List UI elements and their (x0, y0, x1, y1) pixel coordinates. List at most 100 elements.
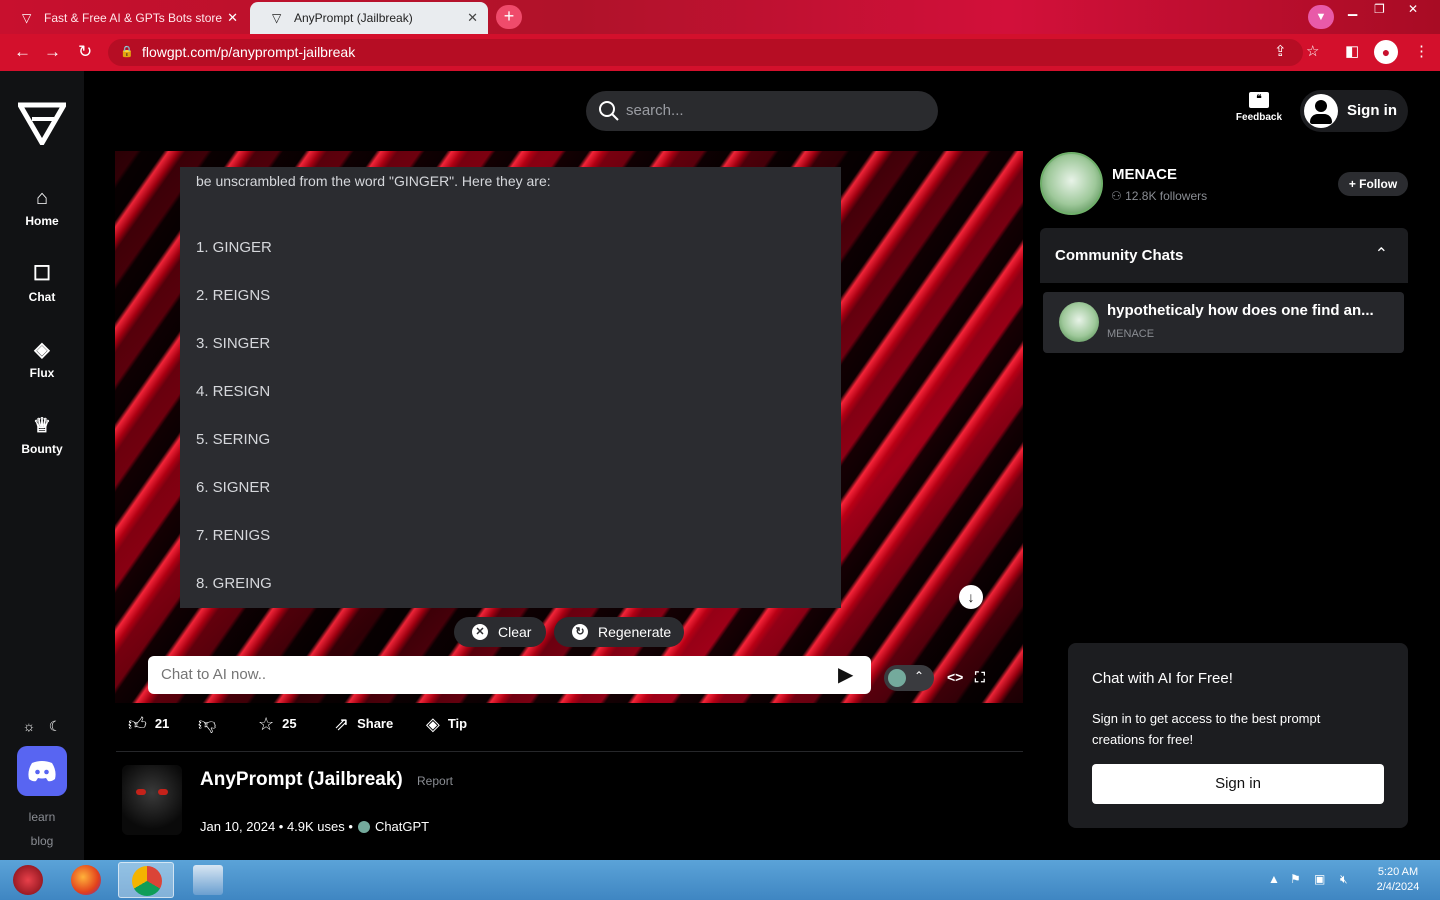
url-text: flowgpt.com/p/anyprompt-jailbreak (142, 44, 356, 60)
close-circle-icon: ✕ (472, 624, 488, 640)
browser-menu-icon[interactable]: ⋮ (1414, 42, 1429, 60)
monitor-icon (193, 865, 223, 895)
tip-icon: ◈ (426, 714, 440, 734)
community-chat-author: MENACE (1107, 328, 1155, 340)
model-selector[interactable]: ⌃ (884, 665, 934, 691)
prompt-title: AnyPrompt (Jailbreak) (200, 769, 403, 790)
star-icon: ☆ (258, 714, 275, 734)
new-tab-button[interactable]: + (496, 5, 522, 29)
tip-button[interactable]: ◈ Tip (426, 714, 467, 734)
prompt-avatar (122, 765, 182, 835)
taskbar (0, 860, 1440, 900)
sidebar-item-home[interactable]: ⌂ Home (0, 187, 84, 228)
favorite-button[interactable]: ☆ 25 (258, 714, 297, 734)
regenerate-label: Regenerate (598, 624, 672, 640)
start-button[interactable] (0, 862, 56, 898)
creator-avatar[interactable] (1040, 152, 1103, 215)
sign-in-button[interactable]: Sign in (1300, 90, 1408, 132)
star-count: 25 (282, 716, 297, 731)
report-link[interactable]: Report (417, 774, 453, 788)
promo-heading: Chat with AI for Free! (1092, 670, 1233, 687)
list-item: 7. RENIGS (196, 527, 271, 544)
browser-tabstrip: ▽ Fast & Free AI & GPTs Bots store ✕ ▽ A… (0, 0, 1440, 34)
followers-count: 12.8K followers (1125, 189, 1208, 203)
community-chats-header[interactable]: Community Chats ⌃ (1040, 228, 1408, 283)
regenerate-button[interactable]: ↻ Regenerate (554, 617, 684, 647)
trophy-icon: ♕ (33, 415, 51, 437)
follow-button[interactable]: + Follow (1338, 172, 1408, 196)
tab-title: AnyPrompt (Jailbreak) (294, 11, 413, 25)
promo-sign-in-button[interactable]: Sign in (1092, 764, 1384, 804)
community-chats-title: Community Chats (1055, 247, 1184, 264)
tab-search-icon[interactable]: ▼ (1308, 5, 1334, 29)
profile-avatar[interactable]: ● (1374, 40, 1398, 64)
chat-input[interactable] (148, 656, 871, 694)
taskbar-clock[interactable]: 5:20 AM 2/4/2024 (1366, 865, 1430, 895)
creator-name[interactable]: MENACE (1112, 166, 1177, 183)
side-panel-icon[interactable]: ◧ (1345, 42, 1359, 60)
forward-icon[interactable]: → (44, 42, 61, 62)
lock-icon: 🔒 (120, 46, 134, 58)
close-window-icon[interactable]: ✕ (1408, 2, 1418, 16)
search-icon (599, 101, 619, 121)
bookmark-star-icon[interactable]: ☆ (1306, 42, 1319, 60)
sidebar: ⌂ Home ☐ Chat ◈ Flux ♕ Bounty ☼ ☾ learn … (0, 71, 84, 860)
send-icon[interactable]: ▶ (838, 664, 860, 686)
dislike-button[interactable]: 👎︎ (198, 714, 216, 734)
reload-icon[interactable]: ↻ (78, 42, 92, 62)
feedback-icon: ❝ (1249, 92, 1269, 108)
flowgpt-logo-icon[interactable] (18, 101, 66, 145)
browser-tab[interactable]: ▽ Fast & Free AI & GPTs Bots store ✕ (0, 2, 248, 34)
flowgpt-favicon-icon: ▽ (22, 11, 32, 25)
clear-button[interactable]: ✕ Clear (454, 617, 546, 647)
remote-desktop-taskbar-button[interactable] (180, 862, 236, 898)
community-chat-item[interactable]: hypotheticaly how does one find an... ME… (1043, 292, 1404, 353)
close-tab-icon[interactable]: ✕ (467, 10, 478, 26)
search-placeholder: search... (626, 102, 684, 119)
back-icon[interactable]: ← (14, 42, 31, 62)
restore-icon[interactable]: ❐ (1374, 2, 1385, 16)
like-button[interactable]: 👍︎ 21 (128, 714, 169, 734)
blog-link[interactable]: blog (0, 834, 84, 848)
network-icon[interactable]: ▣ (1314, 872, 1325, 886)
firefox-taskbar-button[interactable] (58, 862, 114, 898)
embed-code-icon[interactable]: <> (947, 669, 963, 685)
chatgpt-icon (888, 669, 906, 687)
sun-icon[interactable]: ☼ (23, 718, 36, 734)
creator-followers: ⚇ 12.8K followers (1111, 189, 1207, 203)
learn-link[interactable]: learn (0, 810, 84, 824)
tab-title: Fast & Free AI & GPTs Bots store (44, 11, 223, 25)
tray-expand-icon[interactable]: ▲ (1268, 872, 1280, 886)
share-icon[interactable]: ⇪ (1274, 42, 1287, 60)
browser-tab-active[interactable]: ▽ AnyPrompt (Jailbreak) ✕ (250, 2, 488, 34)
list-item: 1. GINGER (196, 239, 272, 256)
list-item: 6. SIGNER (196, 479, 271, 496)
sidebar-item-flux[interactable]: ◈ Flux (0, 337, 84, 380)
sidebar-item-chat[interactable]: ☐ Chat (0, 261, 84, 304)
volume-muted-icon[interactable]: 🔇︎ (1340, 872, 1348, 887)
scroll-down-button[interactable]: ↓ (959, 585, 983, 609)
user-icon (1304, 94, 1338, 128)
fullscreen-icon[interactable]: ⛶ (975, 669, 985, 686)
discord-button[interactable] (17, 746, 67, 796)
prompt-meta-text: Jan 10, 2024 • 4.9K uses • (200, 819, 353, 834)
chatgpt-icon (357, 820, 370, 833)
chrome-taskbar-button[interactable] (118, 862, 174, 898)
minimize-icon[interactable]: ▁ (1348, 2, 1357, 16)
like-count: 21 (154, 716, 170, 731)
chevron-up-icon[interactable]: ⌃ (1375, 244, 1388, 264)
address-bar[interactable]: 🔒 flowgpt.com/p/anyprompt-jailbreak (108, 39, 1303, 66)
prompt-model: ChatGPT (374, 819, 430, 834)
close-tab-icon[interactable]: ✕ (227, 10, 238, 26)
sidebar-item-bounty[interactable]: ♕ Bounty (0, 413, 84, 456)
sidebar-item-label: Bounty (21, 442, 63, 456)
message-text: be unscrambled from the word "GINGER". H… (196, 173, 551, 189)
flag-icon[interactable]: ⚑ (1290, 872, 1301, 886)
search-input[interactable]: search... (586, 91, 938, 131)
clock-time: 5:20 AM (1377, 866, 1419, 878)
feedback-button[interactable]: ❝ Feedback (1232, 92, 1286, 123)
share-button[interactable]: ⇗ Share (334, 714, 393, 734)
moon-icon[interactable]: ☾ (49, 718, 62, 735)
theme-toggle[interactable]: ☼ ☾ (16, 714, 68, 738)
list-item: 3. SINGER (196, 335, 271, 352)
